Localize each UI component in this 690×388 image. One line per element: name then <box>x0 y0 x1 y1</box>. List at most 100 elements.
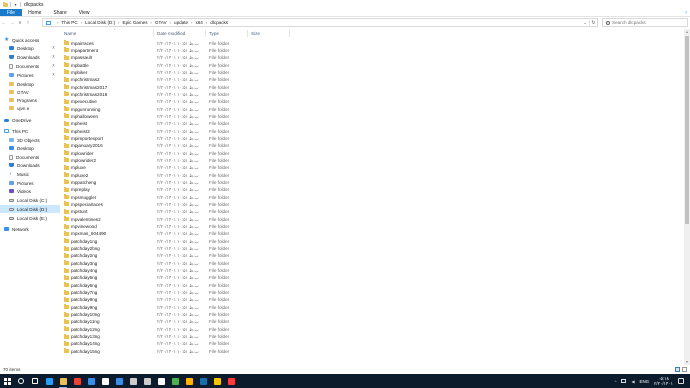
network-tray-icon[interactable] <box>621 379 627 383</box>
table-row[interactable]: mpvalentines2 ۲/۲۰/۱۴۰۱ ب.ظ ۱۰:۵۱ File fol… <box>62 216 292 223</box>
forward-button[interactable]: → <box>8 19 16 27</box>
table-row[interactable]: patchday8ng ۲/۲۰/۱۴۰۱ ب.ظ ۱۰:۵۱ File folde… <box>62 296 292 303</box>
column-header-size[interactable]: Size <box>251 29 260 38</box>
tab-share[interactable]: Share <box>47 9 72 16</box>
table-row[interactable]: mplowrider2 ۲/۲۰/۱۴۰۱ ب.ظ ۱۰:۵۱ File folde… <box>62 157 292 164</box>
steam-app[interactable] <box>196 374 210 388</box>
refresh-icon[interactable]: ↻ <box>589 19 597 26</box>
table-row[interactable]: patchday5ng ۲/۲۰/۱۴۰۱ ب.ظ ۱۰:۵۱ File folde… <box>62 274 292 281</box>
table-row[interactable]: mppatcheng ۲/۲۰/۱۴۰۱ ب.ظ ۱۰:۵۱ File folder <box>62 179 292 186</box>
table-row[interactable]: patchday2ng ۲/۲۰/۱۴۰۱ ب.ظ ۱۰:۵۱ File folde… <box>62 252 292 259</box>
store-app[interactable] <box>84 374 98 388</box>
app-7[interactable] <box>98 374 112 388</box>
table-row[interactable]: mphalloween ۲/۲۰/۱۴۰۱ ب.ظ ۱۰:۵۱ File folde… <box>62 113 292 120</box>
table-row[interactable]: mpairraces ۲/۲۰/۱۴۰۱ ب.ظ ۱۰:۵۱ File folder <box>62 40 292 47</box>
tab-home[interactable]: Home <box>22 9 47 16</box>
back-button[interactable]: ← <box>0 19 8 27</box>
table-row[interactable]: mpreplay ۲/۲۰/۱۴۰۱ ب.ظ ۱۰:۵۱ File folder <box>62 186 292 193</box>
nav-videos[interactable]: Videos <box>9 187 31 195</box>
column-divider[interactable] <box>247 30 248 37</box>
table-row[interactable]: patchday9ng ۲/۲۰/۱۴۰۱ ب.ظ ۱۰:۵۱ File folde… <box>62 304 292 311</box>
nav-onedrive[interactable]: OneDrive <box>4 116 31 124</box>
nav-programs[interactable]: Programs <box>9 96 37 104</box>
table-row[interactable]: mpgunrunning ۲/۲۰/۱۴۰۱ ب.ظ ۱۰:۵۱ File fold… <box>62 106 292 113</box>
nav-desktop-folder[interactable]: Desktop <box>9 80 34 88</box>
scroll-thumb[interactable] <box>685 36 689 224</box>
app-12[interactable] <box>168 374 182 388</box>
recent-locations-button[interactable]: ∨ <box>16 19 24 27</box>
table-row[interactable]: mpchristmas2017 ۲/۲۰/۱۴۰۱ ب.ظ ۱۰:۵۱ File f… <box>62 84 292 91</box>
table-row[interactable]: patchday1ng ۲/۲۰/۱۴۰۱ ب.ظ ۱۰:۵۱ File folde… <box>62 238 292 245</box>
app-9[interactable] <box>126 374 140 388</box>
table-row[interactable]: mpheist3 ۲/۲۰/۱۴۰۱ ب.ظ ۱۰:۵۱ File folder <box>62 128 292 135</box>
table-row[interactable]: mpluxe2 ۲/۲۰/۱۴۰۱ ب.ظ ۱۰:۵۱ File folder <box>62 172 292 179</box>
nav-pc-pictures[interactable]: Pictures <box>9 179 34 187</box>
search-box[interactable] <box>602 18 688 27</box>
details-view-icon[interactable] <box>675 367 680 372</box>
table-row[interactable]: patchday14ng ۲/۲۰/۱۴۰۱ ب.ظ ۱۰:۵۱ File fold… <box>62 340 292 347</box>
table-row[interactable]: patchday2bng ۲/۲۰/۱۴۰۱ ب.ظ ۱۰:۵۱ File fold… <box>62 245 292 252</box>
app-16[interactable] <box>224 374 238 388</box>
column-divider[interactable] <box>289 30 290 37</box>
nav-pc-downloads[interactable]: Downloads <box>9 161 40 169</box>
breadcrumb-gtav[interactable]: GTAV <box>155 20 167 25</box>
breadcrumb-this-pc[interactable]: This PC <box>61 20 77 25</box>
table-row[interactable]: mpjanuary2016 ۲/۲۰/۱۴۰۱ ب.ظ ۱۰:۵۱ File fol… <box>62 142 292 149</box>
nav-pictures-pinned[interactable]: Pictures <box>9 71 34 79</box>
nav-quick-access[interactable]: ★ Quick access <box>4 36 39 44</box>
breadcrumb-dlcpacks[interactable]: dlcpacks <box>210 20 228 25</box>
clock[interactable]: ۰۵:۱۸ ۲/۲۰/۱۴۰۱ <box>654 376 673 386</box>
edge-app[interactable] <box>42 374 56 388</box>
nav-pc-desktop[interactable]: Desktop <box>9 144 34 152</box>
app-11[interactable] <box>154 374 168 388</box>
tab-file[interactable]: File <box>0 9 23 16</box>
help-icon[interactable]: ? <box>682 9 690 16</box>
table-row[interactable]: mpsmuggler ۲/۲۰/۱۴۰۱ ب.ظ ۱۰:۵۱ File folder <box>62 194 292 201</box>
table-row[interactable]: mpstunt ۲/۲۰/۱۴۰۱ ب.ظ ۱۰:۵۱ File folder <box>62 208 292 215</box>
table-row[interactable]: patchday4ng ۲/۲۰/۱۴۰۱ ب.ظ ۱۰:۵۱ File folde… <box>62 267 292 274</box>
nav-3d-objects[interactable]: 3D Objects <box>9 136 40 144</box>
table-row[interactable]: mpbiker ۲/۲۰/۱۴۰۱ ب.ظ ۱۰:۵۱ File folder <box>62 69 292 76</box>
chrome-app[interactable] <box>70 374 84 388</box>
table-row[interactable]: patchday15ng ۲/۲۰/۱۴۰۱ ب.ظ ۱۰:۵۱ File fold… <box>62 348 292 355</box>
app-8[interactable] <box>112 374 126 388</box>
notification-icon[interactable] <box>678 378 684 384</box>
nav-local-disk-c[interactable]: Local Disk (C:) <box>9 196 47 204</box>
table-row[interactable]: mpexecutive ۲/۲۰/۱۴۰۱ ب.ظ ۱۰:۵۱ File folde… <box>62 98 292 105</box>
nav-documents-pinned[interactable]: Documents <box>9 62 39 70</box>
show-hidden-icons-icon[interactable]: ^ <box>615 379 617 384</box>
dropdown-icon[interactable]: ▾ <box>13 2 18 7</box>
tab-view[interactable]: View <box>73 9 96 16</box>
start-button[interactable] <box>0 374 14 388</box>
table-row[interactable]: mpassault ۲/۲۰/۱۴۰۱ ب.ظ ۱۰:۵۱ File folder <box>62 54 292 61</box>
breadcrumb-x64[interactable]: x64 <box>195 20 202 25</box>
table-row[interactable]: mpapartment ۲/۲۰/۱۴۰۱ ب.ظ ۱۰:۵۱ File folde… <box>62 47 292 54</box>
nav-downloads-pinned[interactable]: Downloads <box>9 53 40 61</box>
column-divider[interactable] <box>205 30 206 37</box>
app-13[interactable] <box>182 374 196 388</box>
address-dropdown-icon[interactable]: ⌄ <box>581 20 589 25</box>
column-header-type[interactable]: Type <box>209 29 219 38</box>
column-divider[interactable] <box>153 30 154 37</box>
nav-gtav[interactable]: GTAV <box>9 88 29 96</box>
nav-ujvn-e[interactable]: ujvn e <box>9 104 29 112</box>
table-row[interactable]: patchday6ng ۲/۲۰/۱۴۰۱ ب.ظ ۱۰:۵۱ File folde… <box>62 282 292 289</box>
search-app[interactable] <box>14 374 28 388</box>
table-row[interactable]: patchday13ng ۲/۲۰/۱۴۰۱ ب.ظ ۱۰:۵۱ File fold… <box>62 333 292 340</box>
table-row[interactable]: mpimportexport ۲/۲۰/۱۴۰۱ ب.ظ ۱۰:۵۱ File fo… <box>62 135 292 142</box>
table-row[interactable]: mpvinewood ۲/۲۰/۱۴۰۱ ب.ظ ۱۰:۵۱ File folder <box>62 223 292 230</box>
table-row[interactable]: patchday12ng ۲/۲۰/۱۴۰۱ ب.ظ ۱۰:۵۱ File fold… <box>62 326 292 333</box>
large-icons-view-icon[interactable] <box>682 367 687 372</box>
table-row[interactable]: mpchristmas2018 ۲/۲۰/۱۴۰۱ ب.ظ ۱۰:۵۱ File f… <box>62 91 292 98</box>
vertical-scrollbar[interactable]: ▲ ▼ <box>684 29 690 365</box>
table-row[interactable]: mpbattle ۲/۲۰/۱۴۰۱ ب.ظ ۱۰:۵۱ File folder <box>62 62 292 69</box>
table-row[interactable]: patchday11ng ۲/۲۰/۱۴۰۱ ب.ظ ۱۰:۵۱ File fold… <box>62 318 292 325</box>
breadcrumb-update[interactable]: update <box>174 20 188 25</box>
table-row[interactable]: patchday7ng ۲/۲۰/۱۴۰۱ ب.ظ ۱۰:۵۱ File folde… <box>62 289 292 296</box>
epic-games-app[interactable] <box>140 374 154 388</box>
nav-desktop-pinned[interactable]: Desktop <box>9 44 34 52</box>
volume-icon[interactable]: ◀ <box>631 379 634 384</box>
breadcrumb-local-disk-d[interactable]: Local Disk (D:) <box>85 20 115 25</box>
nav-pc-documents[interactable]: Documents <box>9 153 39 161</box>
up-button[interactable]: ↑ <box>24 19 32 27</box>
